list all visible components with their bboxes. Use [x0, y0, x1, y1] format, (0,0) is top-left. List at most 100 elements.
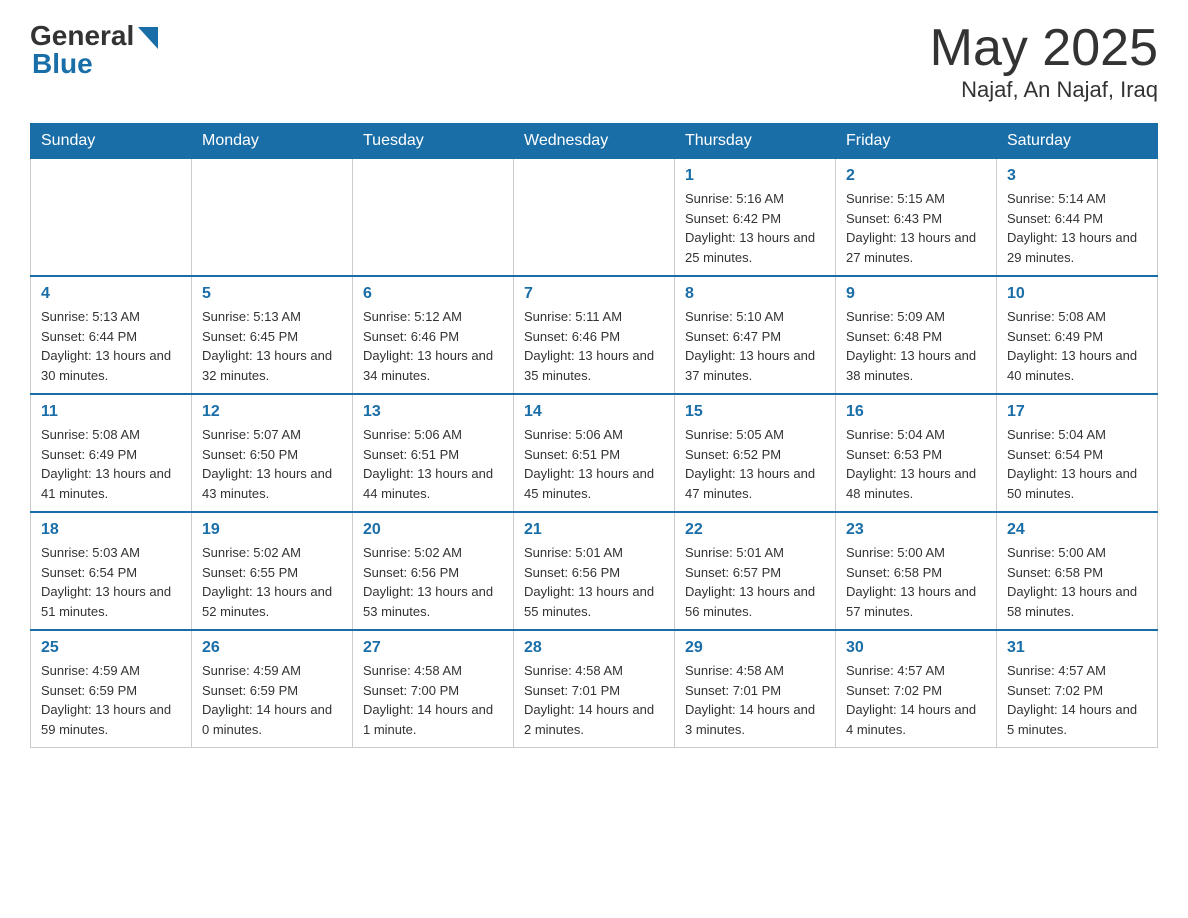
day-number: 26: [202, 639, 342, 657]
calendar-cell: 7Sunrise: 5:11 AM Sunset: 6:46 PM Daylig…: [514, 276, 675, 394]
calendar-table: SundayMondayTuesdayWednesdayThursdayFrid…: [30, 123, 1158, 748]
calendar-header-row: SundayMondayTuesdayWednesdayThursdayFrid…: [31, 124, 1158, 159]
calendar-cell: [192, 159, 353, 277]
day-number: 16: [846, 403, 986, 421]
day-number: 17: [1007, 403, 1147, 421]
calendar-cell: 13 Sunrise: 5:06 AM Sunset: 6:51 PM Dayli…: [353, 394, 514, 512]
calendar-cell: 20Sunrise: 5:02 AM Sunset: 6:56 PM Dayli…: [353, 512, 514, 630]
calendar-cell: 29 Sunrise: 4:58 AM Sunset: 7:01 PM Dayli…: [675, 630, 836, 748]
day-info: Sunrise: 4:57 AM Sunset: 7:02 PM Dayligh…: [1007, 661, 1147, 739]
calendar-cell: 2Sunrise: 5:15 AM Sunset: 6:43 PM Daylig…: [836, 159, 997, 277]
day-number: 21: [524, 521, 664, 539]
calendar-cell: 24 Sunrise: 5:00 AM Sunset: 6:58 PM Dayli…: [997, 512, 1158, 630]
calendar-cell: 30 Sunrise: 4:57 AM Sunset: 7:02 PM Dayli…: [836, 630, 997, 748]
day-number: 28: [524, 639, 664, 657]
day-number: 11: [41, 403, 181, 421]
day-number: 13: [363, 403, 503, 421]
calendar-cell: 14Sunrise: 5:06 AM Sunset: 6:51 PM Dayli…: [514, 394, 675, 512]
day-info: Sunrise: 5:16 AM Sunset: 6:42 PM Dayligh…: [685, 189, 825, 267]
day-number: 2: [846, 167, 986, 185]
day-number: 10: [1007, 285, 1147, 303]
day-number: 22: [685, 521, 825, 539]
day-number: 19: [202, 521, 342, 539]
day-number: 1: [685, 167, 825, 185]
day-number: 24: [1007, 521, 1147, 539]
day-number: 30: [846, 639, 986, 657]
day-info: Sunrise: 4:58 AM Sunset: 7:01 PM Dayligh…: [685, 661, 825, 739]
calendar-cell: [353, 159, 514, 277]
calendar-cell: 15 Sunrise: 5:05 AM Sunset: 6:52 PM Dayli…: [675, 394, 836, 512]
calendar-week-4: 18 Sunrise: 5:03 AM Sunset: 6:54 PM Dayli…: [31, 512, 1158, 630]
calendar-cell: 6 Sunrise: 5:12 AM Sunset: 6:46 PM Daylig…: [353, 276, 514, 394]
calendar-cell: 19 Sunrise: 5:02 AM Sunset: 6:55 PM Dayli…: [192, 512, 353, 630]
day-number: 27: [363, 639, 503, 657]
calendar-cell: 9Sunrise: 5:09 AM Sunset: 6:48 PM Daylig…: [836, 276, 997, 394]
day-info: Sunrise: 5:08 AM Sunset: 6:49 PM Dayligh…: [1007, 307, 1147, 385]
day-info: Sunrise: 5:00 AM Sunset: 6:58 PM Dayligh…: [1007, 543, 1147, 621]
day-info: Sunrise: 5:03 AM Sunset: 6:54 PM Dayligh…: [41, 543, 181, 621]
calendar-week-2: 4 Sunrise: 5:13 AM Sunset: 6:44 PM Daylig…: [31, 276, 1158, 394]
weekday-header-friday: Friday: [836, 124, 997, 159]
day-number: 3: [1007, 167, 1147, 185]
day-number: 4: [41, 285, 181, 303]
calendar-cell: 31 Sunrise: 4:57 AM Sunset: 7:02 PM Dayli…: [997, 630, 1158, 748]
day-number: 31: [1007, 639, 1147, 657]
day-number: 5: [202, 285, 342, 303]
calendar-cell: 1 Sunrise: 5:16 AM Sunset: 6:42 PM Daylig…: [675, 159, 836, 277]
day-info: Sunrise: 5:05 AM Sunset: 6:52 PM Dayligh…: [685, 425, 825, 503]
calendar-cell: 4 Sunrise: 5:13 AM Sunset: 6:44 PM Daylig…: [31, 276, 192, 394]
calendar-week-5: 25Sunrise: 4:59 AM Sunset: 6:59 PM Dayli…: [31, 630, 1158, 748]
weekday-header-wednesday: Wednesday: [514, 124, 675, 159]
day-number: 18: [41, 521, 181, 539]
day-info: Sunrise: 5:06 AM Sunset: 6:51 PM Dayligh…: [524, 425, 664, 503]
calendar-cell: 28Sunrise: 4:58 AM Sunset: 7:01 PM Dayli…: [514, 630, 675, 748]
day-info: Sunrise: 5:14 AM Sunset: 6:44 PM Dayligh…: [1007, 189, 1147, 267]
day-info: Sunrise: 5:00 AM Sunset: 6:58 PM Dayligh…: [846, 543, 986, 621]
day-info: Sunrise: 4:59 AM Sunset: 6:59 PM Dayligh…: [202, 661, 342, 739]
day-number: 29: [685, 639, 825, 657]
calendar-cell: 27Sunrise: 4:58 AM Sunset: 7:00 PM Dayli…: [353, 630, 514, 748]
calendar-cell: 11Sunrise: 5:08 AM Sunset: 6:49 PM Dayli…: [31, 394, 192, 512]
day-number: 7: [524, 285, 664, 303]
day-number: 12: [202, 403, 342, 421]
day-info: Sunrise: 5:13 AM Sunset: 6:44 PM Dayligh…: [41, 307, 181, 385]
calendar-cell: 21 Sunrise: 5:01 AM Sunset: 6:56 PM Dayli…: [514, 512, 675, 630]
weekday-header-sunday: Sunday: [31, 124, 192, 159]
month-title: May 2025: [930, 20, 1158, 77]
title-block: May 2025 Najaf, An Najaf, Iraq: [930, 20, 1158, 103]
day-number: 15: [685, 403, 825, 421]
day-info: Sunrise: 5:04 AM Sunset: 6:54 PM Dayligh…: [1007, 425, 1147, 503]
day-info: Sunrise: 5:13 AM Sunset: 6:45 PM Dayligh…: [202, 307, 342, 385]
weekday-header-monday: Monday: [192, 124, 353, 159]
calendar-cell: 12 Sunrise: 5:07 AM Sunset: 6:50 PM Dayli…: [192, 394, 353, 512]
day-info: Sunrise: 5:04 AM Sunset: 6:53 PM Dayligh…: [846, 425, 986, 503]
day-info: Sunrise: 5:12 AM Sunset: 6:46 PM Dayligh…: [363, 307, 503, 385]
day-number: 6: [363, 285, 503, 303]
day-info: Sunrise: 5:06 AM Sunset: 6:51 PM Dayligh…: [363, 425, 503, 503]
calendar-cell: 5 Sunrise: 5:13 AM Sunset: 6:45 PM Daylig…: [192, 276, 353, 394]
weekday-header-tuesday: Tuesday: [353, 124, 514, 159]
calendar-cell: 16 Sunrise: 5:04 AM Sunset: 6:53 PM Dayli…: [836, 394, 997, 512]
calendar-cell: 23Sunrise: 5:00 AM Sunset: 6:58 PM Dayli…: [836, 512, 997, 630]
location-title: Najaf, An Najaf, Iraq: [930, 77, 1158, 103]
page-header: General Blue May 2025 Najaf, An Najaf, I…: [30, 20, 1158, 103]
day-number: 8: [685, 285, 825, 303]
day-info: Sunrise: 4:57 AM Sunset: 7:02 PM Dayligh…: [846, 661, 986, 739]
day-info: Sunrise: 5:01 AM Sunset: 6:56 PM Dayligh…: [524, 543, 664, 621]
calendar-cell: [514, 159, 675, 277]
logo-arrow-icon: [138, 27, 158, 49]
day-number: 20: [363, 521, 503, 539]
day-info: Sunrise: 5:02 AM Sunset: 6:55 PM Dayligh…: [202, 543, 342, 621]
day-info: Sunrise: 4:59 AM Sunset: 6:59 PM Dayligh…: [41, 661, 181, 739]
calendar-week-1: 1 Sunrise: 5:16 AM Sunset: 6:42 PM Daylig…: [31, 159, 1158, 277]
day-info: Sunrise: 5:07 AM Sunset: 6:50 PM Dayligh…: [202, 425, 342, 503]
logo: General Blue: [30, 20, 158, 80]
calendar-cell: 17 Sunrise: 5:04 AM Sunset: 6:54 PM Dayli…: [997, 394, 1158, 512]
calendar-cell: 25Sunrise: 4:59 AM Sunset: 6:59 PM Dayli…: [31, 630, 192, 748]
calendar-cell: [31, 159, 192, 277]
calendar-week-3: 11Sunrise: 5:08 AM Sunset: 6:49 PM Dayli…: [31, 394, 1158, 512]
calendar-cell: 26 Sunrise: 4:59 AM Sunset: 6:59 PM Dayli…: [192, 630, 353, 748]
logo-blue-text: Blue: [32, 48, 93, 80]
day-info: Sunrise: 5:09 AM Sunset: 6:48 PM Dayligh…: [846, 307, 986, 385]
day-info: Sunrise: 5:10 AM Sunset: 6:47 PM Dayligh…: [685, 307, 825, 385]
